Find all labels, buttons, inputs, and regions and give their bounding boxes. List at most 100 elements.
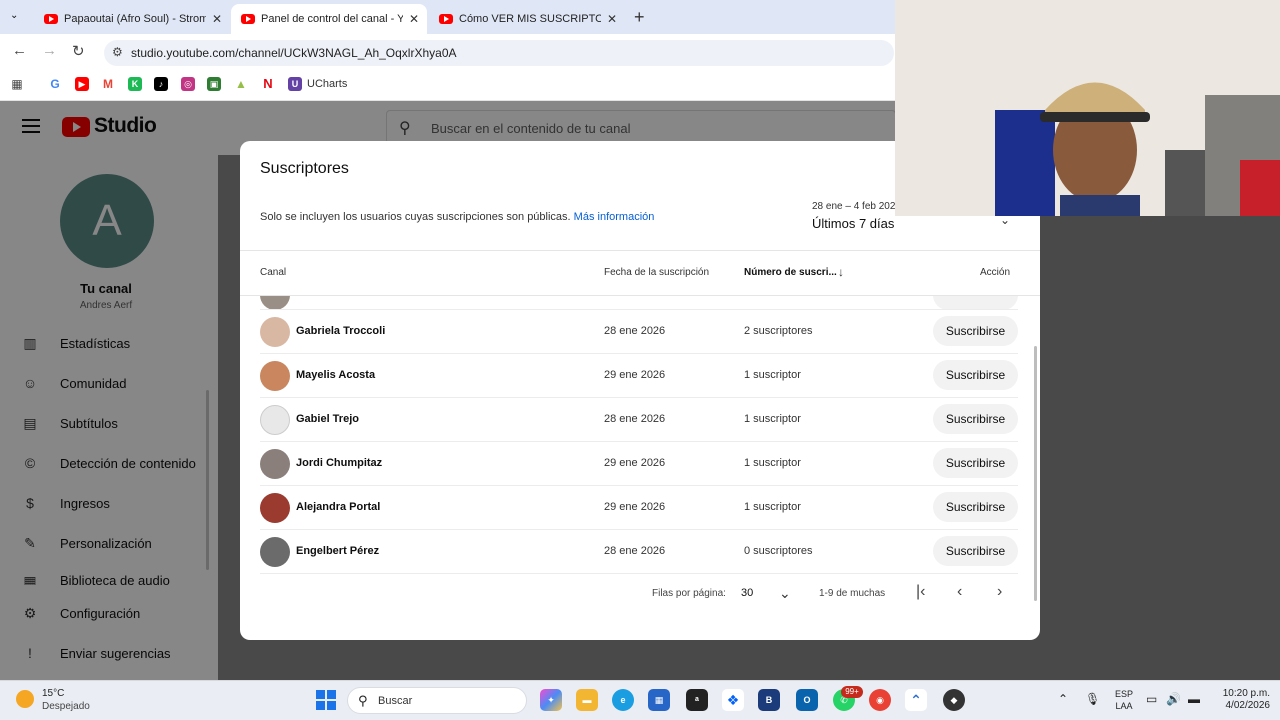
lang-top: ESP: [1115, 689, 1134, 699]
input-language[interactable]: ESP LAA: [1115, 688, 1133, 712]
tab-papaoutai[interactable]: Papaoutai (Afro Soul) - Stromae ✕: [34, 4, 230, 34]
subscriber-avatar[interactable]: [260, 361, 290, 391]
close-icon[interactable]: ✕: [409, 12, 419, 26]
subscriber-avatar: [260, 296, 290, 309]
apps-grid-icon[interactable]: ▦: [10, 77, 24, 91]
close-icon[interactable]: ✕: [212, 12, 222, 26]
kick-icon[interactable]: K: [128, 77, 142, 91]
subscription-date: 28 ene 2026: [604, 325, 666, 337]
nord-icon[interactable]: ⌃: [905, 689, 927, 711]
subscribe-button[interactable]: [933, 296, 1018, 309]
dialog-scrollbar[interactable]: [1034, 346, 1037, 601]
subscriber-count: 1 suscriptor: [744, 369, 801, 381]
microphone-icon[interactable]: 🎙: [1085, 692, 1100, 706]
table-row: Jordi Chumpitaz 29 ene 2026 1 suscriptor…: [260, 442, 1018, 486]
amazon-icon[interactable]: a: [686, 689, 708, 711]
edge-icon[interactable]: e: [612, 689, 634, 711]
copilot-icon[interactable]: ✦: [540, 689, 562, 711]
back-arrow-icon[interactable]: ←: [12, 42, 27, 59]
subscribe-button[interactable]: Suscribirse: [933, 404, 1018, 434]
tab-search-chevron-icon[interactable]: ⌄: [10, 10, 18, 21]
volume-icon[interactable]: 🔊: [1166, 692, 1181, 706]
chrome-icon[interactable]: ◉: [869, 689, 891, 711]
subscriber-avatar[interactable]: [260, 405, 290, 435]
date-range-dates: 28 ene – 4 feb 2026: [812, 201, 901, 212]
column-header-subscribers[interactable]: Número de suscri...: [744, 267, 837, 278]
weather-temperature[interactable]: 15°C: [42, 688, 64, 699]
taskbar-search[interactable]: ⚲ Buscar: [347, 687, 527, 714]
ucharts-icon[interactable]: U: [288, 77, 302, 91]
taskbar-search-text: Buscar: [378, 695, 413, 707]
weather-sun-icon[interactable]: [16, 690, 34, 708]
subscriber-name[interactable]: Gabiel Trejo: [296, 413, 359, 425]
battery-icon[interactable]: ▬: [1188, 692, 1200, 706]
subscribe-button[interactable]: Suscribirse: [933, 360, 1018, 390]
subscribe-button[interactable]: Suscribirse: [933, 316, 1018, 346]
sort-down-arrow-icon[interactable]: ↓: [838, 265, 844, 279]
next-page-icon[interactable]: ›: [997, 583, 1002, 601]
windows-start-icon[interactable]: [316, 690, 336, 710]
url-text: studio.youtube.com/channel/UCkW3NAGL_Ah_…: [131, 46, 457, 60]
file-explorer-icon[interactable]: ▬: [576, 689, 598, 711]
subscribe-button[interactable]: Suscribirse: [933, 492, 1018, 522]
gmail-icon[interactable]: M: [101, 77, 115, 91]
reload-icon[interactable]: ↻: [72, 42, 85, 60]
dialog-title: Suscriptores: [260, 160, 349, 177]
rows-per-page-label: Filas por página:: [652, 588, 726, 599]
netflix-icon[interactable]: N: [261, 77, 275, 91]
instagram-icon[interactable]: ◎: [181, 77, 195, 91]
bookmark-ucharts-label[interactable]: UCharts: [307, 78, 347, 90]
tab-panel-control[interactable]: Panel de control del canal - YouTube ✕: [231, 4, 427, 34]
store-icon[interactable]: ▦: [648, 689, 670, 711]
youtube-favicon-icon: [439, 14, 453, 24]
subscriber-name[interactable]: Mayelis Acosta: [296, 369, 375, 381]
taskbar-clock[interactable]: 10:20 p.m. 4/02/2026: [1218, 688, 1270, 712]
address-bar[interactable]: ⚙ studio.youtube.com/channel/UCkW3NAGL_A…: [104, 40, 894, 66]
subscribe-button[interactable]: Suscribirse: [933, 448, 1018, 478]
subscription-date: 29 ene 2026: [604, 501, 666, 513]
forward-arrow-icon[interactable]: →: [42, 42, 57, 59]
youtube-favicon-icon: [44, 14, 58, 24]
rows-per-page-select[interactable]: 30: [741, 587, 753, 599]
subscriber-name[interactable]: Alejandra Portal: [296, 501, 380, 513]
tray-expand-icon[interactable]: ⌃: [1058, 692, 1068, 706]
weather-condition[interactable]: Despejado: [42, 701, 90, 712]
subscriber-name[interactable]: Gabriela Troccoli: [296, 325, 385, 337]
date-range-select[interactable]: Últimos 7 días: [812, 216, 894, 231]
outlook-icon[interactable]: O: [796, 689, 818, 711]
subscriber-avatar[interactable]: [260, 317, 290, 347]
youtube-favicon-icon: [241, 14, 255, 24]
subscriber-avatar[interactable]: [260, 493, 290, 523]
shopify-icon[interactable]: ▲: [234, 77, 248, 91]
network-icon[interactable]: ▭: [1146, 692, 1157, 706]
site-info-icon[interactable]: ⚙: [112, 45, 123, 59]
tab-como-ver[interactable]: Cómo VER MIS SUSCRIPTORES ✕: [429, 4, 625, 34]
game-icon[interactable]: ▣: [207, 77, 221, 91]
more-info-link[interactable]: Más información: [574, 211, 655, 223]
new-tab-plus-icon[interactable]: +: [634, 7, 645, 28]
column-header-date[interactable]: Fecha de la suscripción: [604, 267, 709, 278]
tiktok-icon[interactable]: ♪: [154, 77, 168, 91]
clock-time: 10:20 p.m.: [1222, 688, 1270, 699]
lang-bottom: LAA: [1115, 701, 1133, 711]
note-text: Solo se incluyen los usuarios cuyas susc…: [260, 211, 571, 223]
subscriber-avatar[interactable]: [260, 537, 290, 567]
subscription-date: 28 ene 2026: [604, 413, 666, 425]
close-icon[interactable]: ✕: [607, 12, 617, 26]
previous-page-icon[interactable]: ‹: [957, 583, 962, 601]
dropbox-icon[interactable]: ❖: [722, 689, 744, 711]
subscriber-name[interactable]: Jordi Chumpitaz: [296, 457, 382, 469]
b-app-icon[interactable]: B: [758, 689, 780, 711]
app-icon[interactable]: ◆: [943, 689, 965, 711]
chevron-down-icon[interactable]: ⌄: [779, 585, 791, 602]
column-header-action: Acción: [980, 267, 1011, 278]
google-icon[interactable]: G: [48, 77, 62, 91]
subscriber-avatar[interactable]: [260, 449, 290, 479]
youtube-icon[interactable]: ▶: [75, 77, 89, 91]
subscriber-count: 1 suscriptor: [744, 501, 801, 513]
subscriber-name[interactable]: Engelbert Pérez: [296, 545, 379, 557]
subscription-date: 29 ene 2026: [604, 457, 666, 469]
webcam-overlay: [895, 0, 1280, 216]
first-page-icon[interactable]: |‹: [916, 583, 925, 601]
subscribe-button[interactable]: Suscribirse: [933, 536, 1018, 566]
